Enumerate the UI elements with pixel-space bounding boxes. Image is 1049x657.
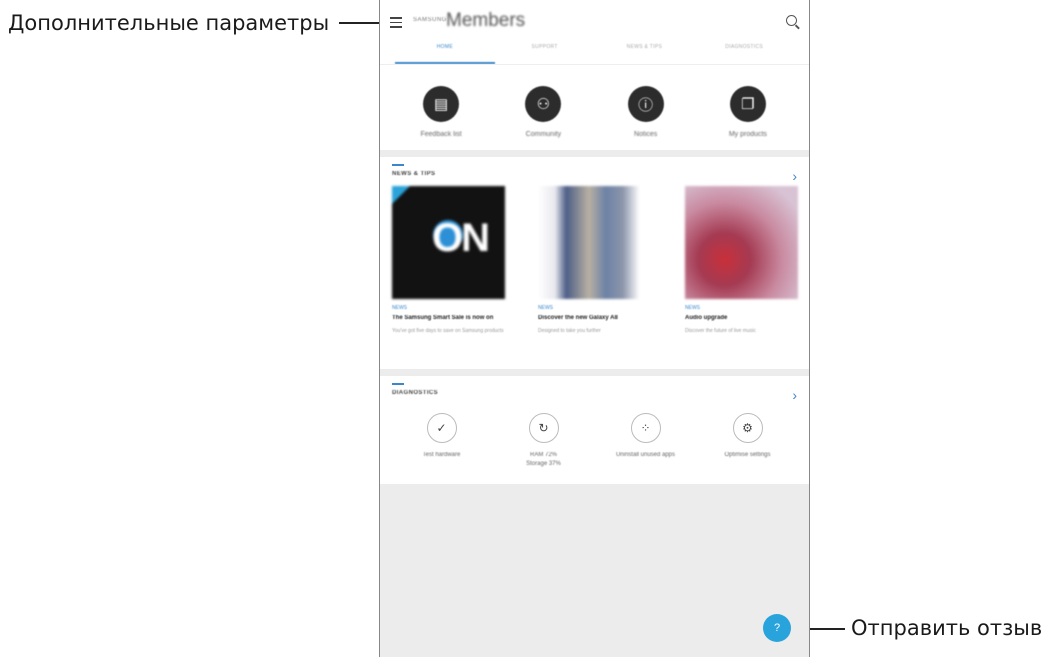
help-button[interactable]: ? — [763, 614, 791, 642]
shortcut-label: Feedback list — [420, 131, 462, 138]
news-item[interactable]: ON NEWS The Samsung Smart Sale is now on… — [392, 186, 505, 335]
diag-label: RAM 72% Storage 37% — [526, 452, 561, 467]
tabs-divider — [380, 64, 809, 65]
apps-grid-icon: ⁘ — [630, 413, 661, 443]
tab-home[interactable]: HOME — [395, 44, 495, 64]
shortcut-label: Notices — [633, 131, 658, 138]
news-tag: NEWS — [538, 305, 553, 311]
phone-screen: SAMSUNG Members HOME SUPPORT NEWS & TIPS… — [379, 0, 810, 657]
document-icon: ▤ — [423, 86, 460, 122]
refresh-icon: ↻ — [528, 413, 559, 443]
diag-label: Optimise settings — [724, 452, 771, 458]
check-icon: ✓ — [426, 413, 457, 443]
search-icon[interactable] — [786, 15, 797, 26]
callout-feedback-label: Отправить отзыв — [851, 616, 1043, 640]
tab-news-tips[interactable]: NEWS & TIPS — [595, 44, 695, 64]
gear-icon: ⚙ — [732, 413, 763, 443]
brand-logo: SAMSUNG — [413, 17, 447, 23]
news-item[interactable]: NEWS Audio upgrade Discover the future o… — [685, 186, 798, 335]
news-tips-card: NEWS & TIPS › ON NEWS The Samsung Smart … — [380, 157, 809, 369]
devices-icon: ❐ — [729, 86, 766, 122]
shortcut-community[interactable]: ⚇ Community — [497, 86, 589, 138]
diagnostics-row: ✓ Test hardware ↻ RAM 72% Storage 37% ⁘ … — [394, 413, 795, 469]
tab-bar: HOME SUPPORT NEWS & TIPS DIAGNOSTICS — [380, 44, 809, 64]
news-item[interactable]: NEWS Discover the new Galaxy A8 Designed… — [538, 186, 651, 335]
shortcut-row: ▤ Feedback list ⚇ Community ⓘ Notices ❐ … — [390, 86, 799, 138]
news-description: Discover the future of live music — [685, 328, 756, 334]
diag-uninstall-apps[interactable]: ⁘ Uninstall unused apps — [598, 413, 693, 469]
community-icon: ⚇ — [525, 86, 562, 122]
diag-test-hardware[interactable]: ✓ Test hardware — [394, 413, 489, 469]
tab-support[interactable]: SUPPORT — [495, 44, 595, 64]
diag-optimise-settings[interactable]: ⚙ Optimise settings — [700, 413, 795, 469]
news-title: Discover the new Galaxy A8 — [538, 315, 618, 321]
news-tag: NEWS — [392, 305, 407, 311]
news-thumbnail — [685, 186, 798, 299]
diag-memory-status[interactable]: ↻ RAM 72% Storage 37% — [496, 413, 591, 469]
info-icon: ⓘ — [627, 86, 664, 122]
section-accent — [392, 164, 404, 166]
news-section-title: NEWS & TIPS — [392, 171, 436, 177]
news-description: You've got five days to save on Samsung … — [392, 328, 504, 334]
chevron-right-icon[interactable]: › — [792, 387, 797, 403]
diagnostics-section-title: DIAGNOSTICS — [392, 390, 439, 396]
news-title: Audio upgrade — [685, 315, 728, 321]
section-accent — [392, 383, 404, 385]
diag-label: Test hardware — [422, 452, 461, 458]
shortcut-notices[interactable]: ⓘ Notices — [600, 86, 692, 138]
callout-menu-label: Дополнительные параметры — [8, 11, 330, 35]
shortcut-feedback-list[interactable]: ▤ Feedback list — [395, 86, 487, 138]
app-title: Members — [446, 10, 526, 31]
tab-diagnostics[interactable]: DIAGNOSTICS — [694, 44, 794, 64]
shortcut-my-products[interactable]: ❐ My products — [702, 86, 794, 138]
news-thumbnail: ON — [392, 186, 505, 299]
diagnostics-card: DIAGNOSTICS › ✓ Test hardware ↻ RAM 72% … — [380, 376, 809, 484]
hamburger-icon[interactable] — [390, 17, 402, 28]
news-tag: NEWS — [685, 305, 700, 311]
news-title: The Samsung Smart Sale is now on — [392, 315, 494, 321]
chevron-right-icon[interactable]: › — [792, 168, 797, 184]
help-icon: ? — [773, 622, 781, 634]
news-thumbnail — [538, 186, 651, 299]
diag-label: Uninstall unused apps — [615, 452, 676, 458]
shortcut-label: My products — [728, 131, 767, 138]
news-description: Designed to take you further — [538, 328, 601, 334]
shortcut-label: Community — [525, 131, 562, 138]
home-header-card: SAMSUNG Members HOME SUPPORT NEWS & TIPS… — [380, 0, 809, 150]
